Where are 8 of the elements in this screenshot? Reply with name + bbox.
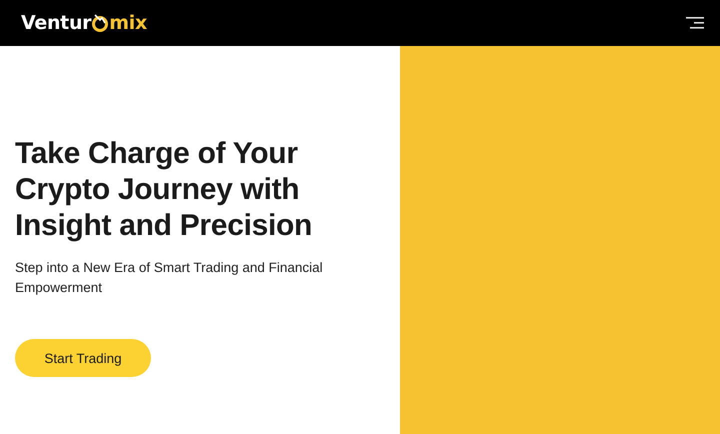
menu-button[interactable] — [684, 15, 706, 31]
logo-text: Ventur — [21, 12, 92, 34]
hero-heading: Take Charge of Your Crypto Journey with Insight and Precision — [15, 136, 314, 244]
menu-icon — [686, 17, 704, 29]
start-trading-button[interactable]: Start Trading — [15, 339, 151, 377]
logo-ring-icon — [91, 13, 110, 33]
logo-text: mix — [109, 12, 147, 34]
hero-subtitle: Step into a New Era of Smart Trading and Financial Empowerment — [15, 259, 324, 297]
